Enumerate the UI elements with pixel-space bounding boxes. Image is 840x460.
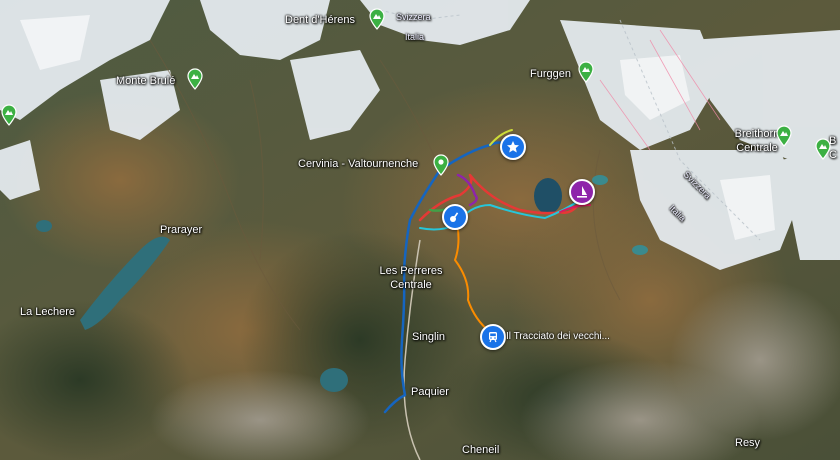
- label-prarayer: Prarayer: [160, 224, 203, 236]
- train-poi[interactable]: [480, 324, 506, 350]
- map-view[interactable]: Dent d'Hérens Svizzera Italia Furggen Mo…: [0, 0, 840, 460]
- train-icon: [489, 332, 497, 343]
- mountain-pin-icon[interactable]: [368, 8, 386, 30]
- label-les-perreres: Les Perreres Centrale: [379, 265, 443, 291]
- label-monte-brule: Monte Brulé: [116, 75, 176, 87]
- location-pin-icon[interactable]: [432, 154, 450, 176]
- label-la-lechere: La Lechere: [20, 306, 76, 318]
- label-italia-top: Italia: [405, 32, 425, 42]
- mountain-pin-icon[interactable]: [577, 61, 595, 83]
- windsurf-poi[interactable]: [569, 179, 595, 205]
- label-tracciato[interactable]: Il Tracciato dei vecchi...: [506, 331, 610, 342]
- label-cervinia: Cervinia - Valtournenche: [298, 158, 419, 170]
- star-poi[interactable]: [500, 134, 526, 160]
- mountain-pin-icon[interactable]: [775, 125, 793, 147]
- label-resy: Resy: [735, 437, 761, 449]
- mountain-pin-icon[interactable]: [0, 104, 18, 126]
- star-icon: [507, 141, 519, 153]
- label-svizzera-top: Svizzera: [396, 12, 431, 22]
- label-paquier: Paquier: [411, 386, 449, 398]
- label-cheneil: Cheneil: [462, 444, 500, 456]
- windsurf-icon: [577, 186, 587, 198]
- label-singlin: Singlin: [412, 331, 446, 343]
- label-dent-dherens: Dent d'Hérens: [285, 14, 355, 26]
- mountain-pin-icon[interactable]: [814, 138, 832, 160]
- guitar-icon: [450, 212, 459, 222]
- guitar-poi[interactable]: [442, 204, 468, 230]
- label-furggen: Furggen: [530, 68, 571, 80]
- mountain-pin-icon[interactable]: [186, 68, 204, 90]
